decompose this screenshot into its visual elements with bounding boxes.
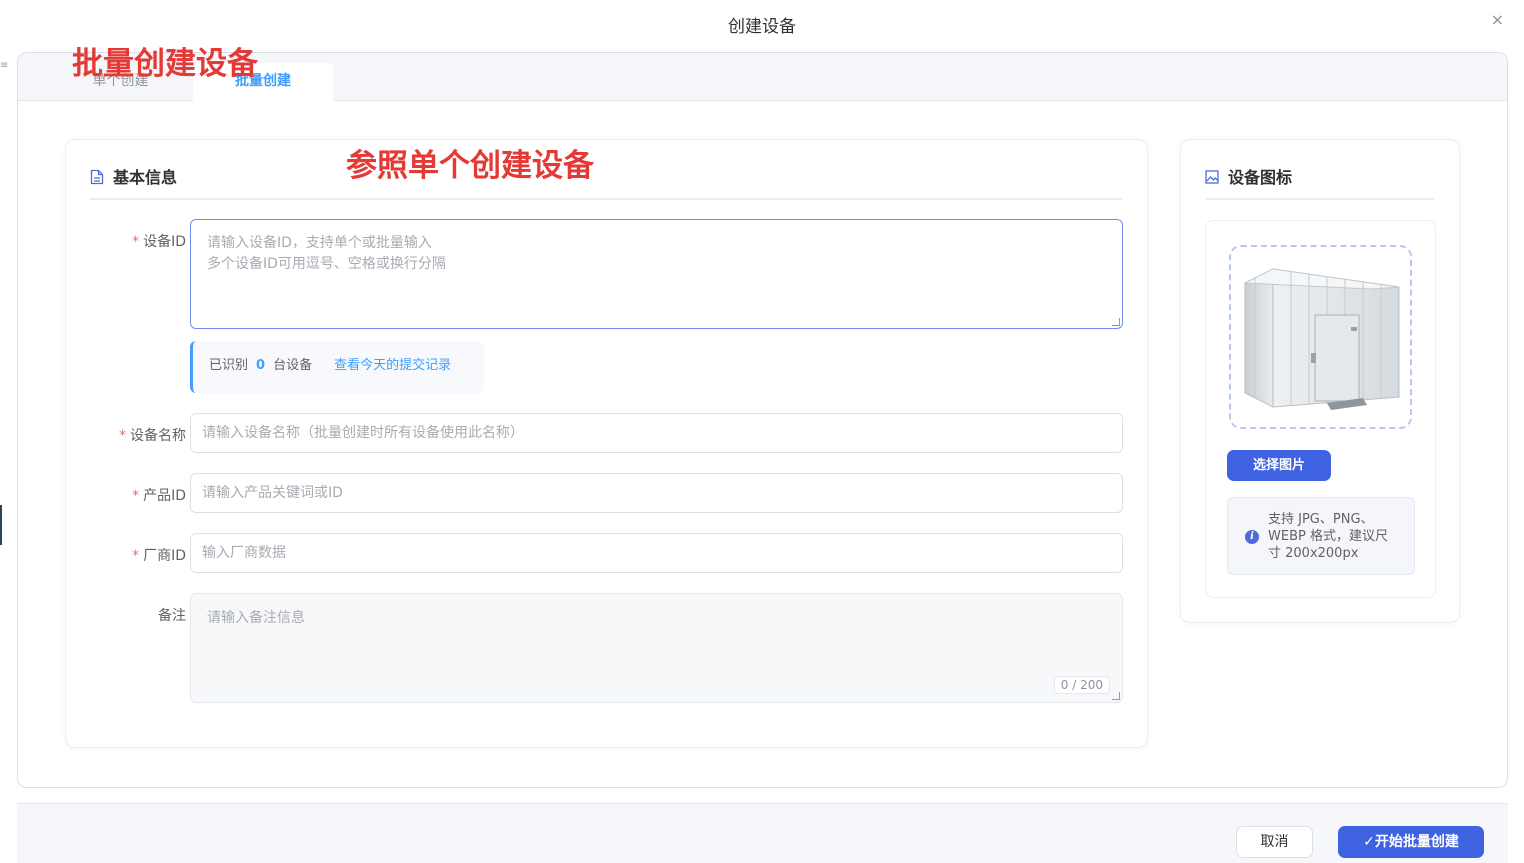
remark-label: 备注 [158, 608, 186, 624]
annotation-batch-title: 批量创建设备 [72, 46, 258, 82]
basic-info-card: 基本信息 * 设备ID 请输入设备ID，支持单个或批量输入 多个设备ID可用逗号、… [65, 139, 1148, 748]
image-icon [1205, 170, 1219, 184]
hint-text: 支持 JPG、PNG、WEBP 格式，建议尺寸 200x200px [1268, 512, 1388, 561]
document-icon [90, 169, 104, 185]
remark-placeholder: 请输入备注信息 [207, 610, 305, 626]
basic-info-title: 基本信息 [113, 168, 178, 187]
info-icon: i [1245, 530, 1259, 544]
device-image-preview[interactable] [1229, 245, 1412, 429]
recognized-count: 0 [256, 358, 266, 373]
vendor-id-label: * 厂商ID [132, 548, 186, 564]
remark-char-counter: 0 / 200 [1053, 676, 1110, 694]
device-id-label: * 设备ID [132, 234, 186, 250]
device-id-placeholder-line2: 多个设备ID可用逗号、空格或换行分隔 [207, 256, 446, 272]
resize-handle[interactable] [1112, 318, 1120, 326]
recognized-notice: 已识别 0 台设备 查看今天的提交记录 [190, 341, 484, 393]
dialog-title: 创建设备 [728, 17, 796, 37]
close-icon[interactable]: × [1491, 10, 1504, 29]
recognized-suffix: 台设备 [273, 358, 313, 373]
device-name-input[interactable]: 请输入设备名称（批量创建时所有设备使用此名称） [190, 413, 1123, 453]
device-icon-header: 设备图标 [1205, 164, 1435, 200]
edge-menu-icon: ≡ [0, 60, 9, 71]
recognized-prefix: 已识别 [209, 358, 249, 373]
basic-info-header: 基本信息 [90, 164, 1123, 200]
resize-handle[interactable] [1112, 692, 1120, 700]
device-id-placeholder-line1: 请输入设备ID，支持单个或批量输入 [207, 235, 432, 251]
device-icon-card: 设备图标 选择图片 i 支持 JPG、PNG、WEBP 格式，建议尺寸 200x… [1180, 139, 1460, 623]
annotation-reference-note: 参照单个创建设备 [346, 148, 594, 184]
cold-room-image [1243, 268, 1400, 410]
device-icon-title: 设备图标 [1228, 168, 1293, 187]
vendor-id-input[interactable]: 输入厂商数据 [190, 533, 1123, 573]
select-image-button[interactable]: 选择图片 [1227, 450, 1331, 481]
product-id-input[interactable]: 请输入产品关键词或ID [190, 473, 1123, 513]
create-device-dialog: ≡ 创建设备 × 单个创建 批量创建 批量创建设备 参照单个创建设备 基本信息 … [0, 0, 1524, 863]
dialog-footer: 取消 ✓开始批量创建 [17, 803, 1508, 863]
image-format-hint: i 支持 JPG、PNG、WEBP 格式，建议尺寸 200x200px [1227, 497, 1415, 575]
device-id-textarea[interactable]: 请输入设备ID，支持单个或批量输入 多个设备ID可用逗号、空格或换行分隔 [190, 219, 1123, 329]
background-sidebar-edge [0, 505, 2, 545]
cancel-button[interactable]: 取消 [1236, 826, 1313, 858]
device-name-label: * 设备名称 [119, 428, 186, 444]
start-batch-create-button[interactable]: ✓开始批量创建 [1338, 826, 1484, 858]
view-today-records-link[interactable]: 查看今天的提交记录 [334, 358, 451, 373]
product-id-label: * 产品ID [132, 488, 186, 504]
remark-textarea[interactable]: 请输入备注信息 0 / 200 [190, 593, 1123, 703]
icon-upload-panel: 选择图片 i 支持 JPG、PNG、WEBP 格式，建议尺寸 200x200px [1205, 220, 1436, 598]
